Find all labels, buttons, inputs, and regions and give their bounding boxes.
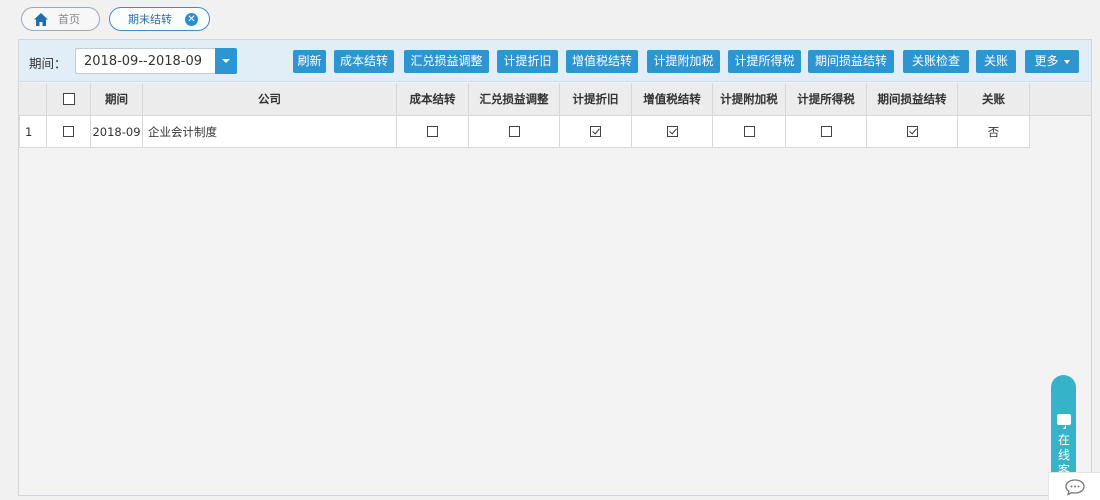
fx-adjust-checkbox[interactable] bbox=[508, 126, 520, 137]
tab-home[interactable]: 首页 bbox=[21, 7, 100, 31]
depreciation-label: 计提折旧 bbox=[503, 54, 552, 68]
refresh-label: 刷新 bbox=[297, 54, 322, 68]
chat-bubble-icon bbox=[1057, 414, 1071, 429]
fx-adjust-button[interactable]: 汇兑损益调整 bbox=[404, 50, 489, 73]
close-books-button[interactable]: 关账 bbox=[976, 50, 1016, 73]
close-icon[interactable]: ✕ bbox=[185, 12, 198, 26]
refresh-button[interactable]: 刷新 bbox=[293, 50, 326, 73]
tab-bar: 首页 期末结转 ✕ bbox=[21, 7, 210, 31]
row-fx-adjust bbox=[469, 116, 560, 147]
select-all-checkbox[interactable] bbox=[62, 93, 75, 105]
row-select-cell bbox=[47, 116, 91, 147]
header-surtax[interactable]: 计提附加税 bbox=[713, 83, 786, 115]
main-panel: 期间： 2018-09--2018-09 刷新 成本结转 汇兑损益调整 计提折旧 增值税… bbox=[18, 39, 1092, 496]
depreciation-checkbox[interactable] bbox=[590, 126, 601, 137]
header-fx-adjust[interactable]: 汇兑损益调整 bbox=[469, 83, 560, 115]
cost-transfer-label: 成本结转 bbox=[339, 54, 388, 68]
tab-period-end-transfer[interactable]: 期末结转 ✕ bbox=[109, 7, 210, 31]
surtax-button[interactable]: 计提附加税 bbox=[647, 50, 720, 73]
row-cost-transfer bbox=[397, 116, 469, 147]
row-index: 1 bbox=[20, 116, 47, 147]
header-index bbox=[19, 83, 47, 115]
period-value: 2018-09--2018-09 bbox=[84, 54, 203, 69]
toolbar: 期间： 2018-09--2018-09 刷新 成本结转 汇兑损益调整 计提折旧 增值税… bbox=[19, 40, 1091, 82]
header-select-all bbox=[47, 83, 91, 115]
table-row[interactable]: 1 2018-09 企业会计制度 否 bbox=[19, 116, 1030, 148]
row-income-tax bbox=[786, 116, 867, 147]
header-period[interactable]: 期间 bbox=[91, 83, 143, 115]
pl-transfer-checkbox[interactable] bbox=[906, 126, 918, 137]
period-label: 期间： bbox=[29, 56, 67, 71]
row-pl-transfer bbox=[867, 116, 958, 147]
surtax-label: 计提附加税 bbox=[653, 54, 714, 68]
period-dropdown-button[interactable] bbox=[215, 48, 237, 74]
table-header: 期间 公司 成本结转 汇兑损益调整 计提折旧 增值税结转 计提附加税 计提所得税… bbox=[19, 83, 1091, 116]
more-label: 更多 bbox=[1034, 54, 1059, 68]
more-caret-icon bbox=[1063, 59, 1070, 64]
header-income-tax[interactable]: 计提所得税 bbox=[786, 83, 867, 115]
close-check-label: 关账检查 bbox=[911, 54, 960, 68]
tab-active-label: 期末结转 bbox=[128, 13, 172, 26]
row-vat-transfer bbox=[632, 116, 713, 147]
row-company: 企业会计制度 bbox=[143, 116, 397, 147]
fx-adjust-label: 汇兑损益调整 bbox=[410, 54, 483, 68]
vat-transfer-button[interactable]: 增值税结转 bbox=[566, 50, 638, 73]
chat-icon bbox=[1065, 479, 1085, 496]
header-company[interactable]: 公司 bbox=[143, 83, 397, 115]
row-select-checkbox[interactable] bbox=[63, 126, 74, 137]
row-close-status: 否 bbox=[958, 116, 1030, 147]
close-books-label: 关账 bbox=[983, 54, 1008, 68]
surtax-checkbox[interactable] bbox=[743, 126, 755, 137]
vat-transfer-label: 增值税结转 bbox=[571, 54, 632, 68]
home-icon bbox=[34, 12, 48, 26]
cost-transfer-button[interactable]: 成本结转 bbox=[334, 50, 394, 73]
income-tax-checkbox[interactable] bbox=[820, 126, 832, 137]
row-surtax bbox=[713, 116, 786, 147]
header-depreciation[interactable]: 计提折旧 bbox=[560, 83, 632, 115]
dropdown-caret-icon bbox=[222, 59, 230, 63]
depreciation-button[interactable]: 计提折旧 bbox=[497, 50, 558, 73]
vat-transfer-checkbox[interactable] bbox=[666, 126, 678, 137]
tab-home-label: 首页 bbox=[58, 13, 80, 26]
period-select[interactable]: 2018-09--2018-09 bbox=[75, 48, 237, 74]
income-tax-label: 计提所得税 bbox=[734, 54, 795, 68]
cost-transfer-checkbox[interactable] bbox=[427, 126, 438, 137]
chat-launcher[interactable] bbox=[1048, 472, 1100, 500]
row-depreciation bbox=[560, 116, 632, 147]
income-tax-button[interactable]: 计提所得税 bbox=[728, 50, 801, 73]
header-cost-transfer[interactable]: 成本结转 bbox=[397, 83, 469, 115]
pl-transfer-label: 期间损益结转 bbox=[814, 54, 887, 68]
header-close[interactable]: 关账 bbox=[958, 83, 1030, 115]
close-check-button[interactable]: 关账检查 bbox=[903, 50, 969, 73]
pl-transfer-button[interactable]: 期间损益结转 bbox=[808, 50, 894, 73]
header-vat-transfer[interactable]: 增值税结转 bbox=[632, 83, 713, 115]
more-button[interactable]: 更多 bbox=[1025, 50, 1079, 73]
row-period: 2018-09 bbox=[91, 116, 143, 147]
header-pl-transfer[interactable]: 期间损益结转 bbox=[867, 83, 958, 115]
